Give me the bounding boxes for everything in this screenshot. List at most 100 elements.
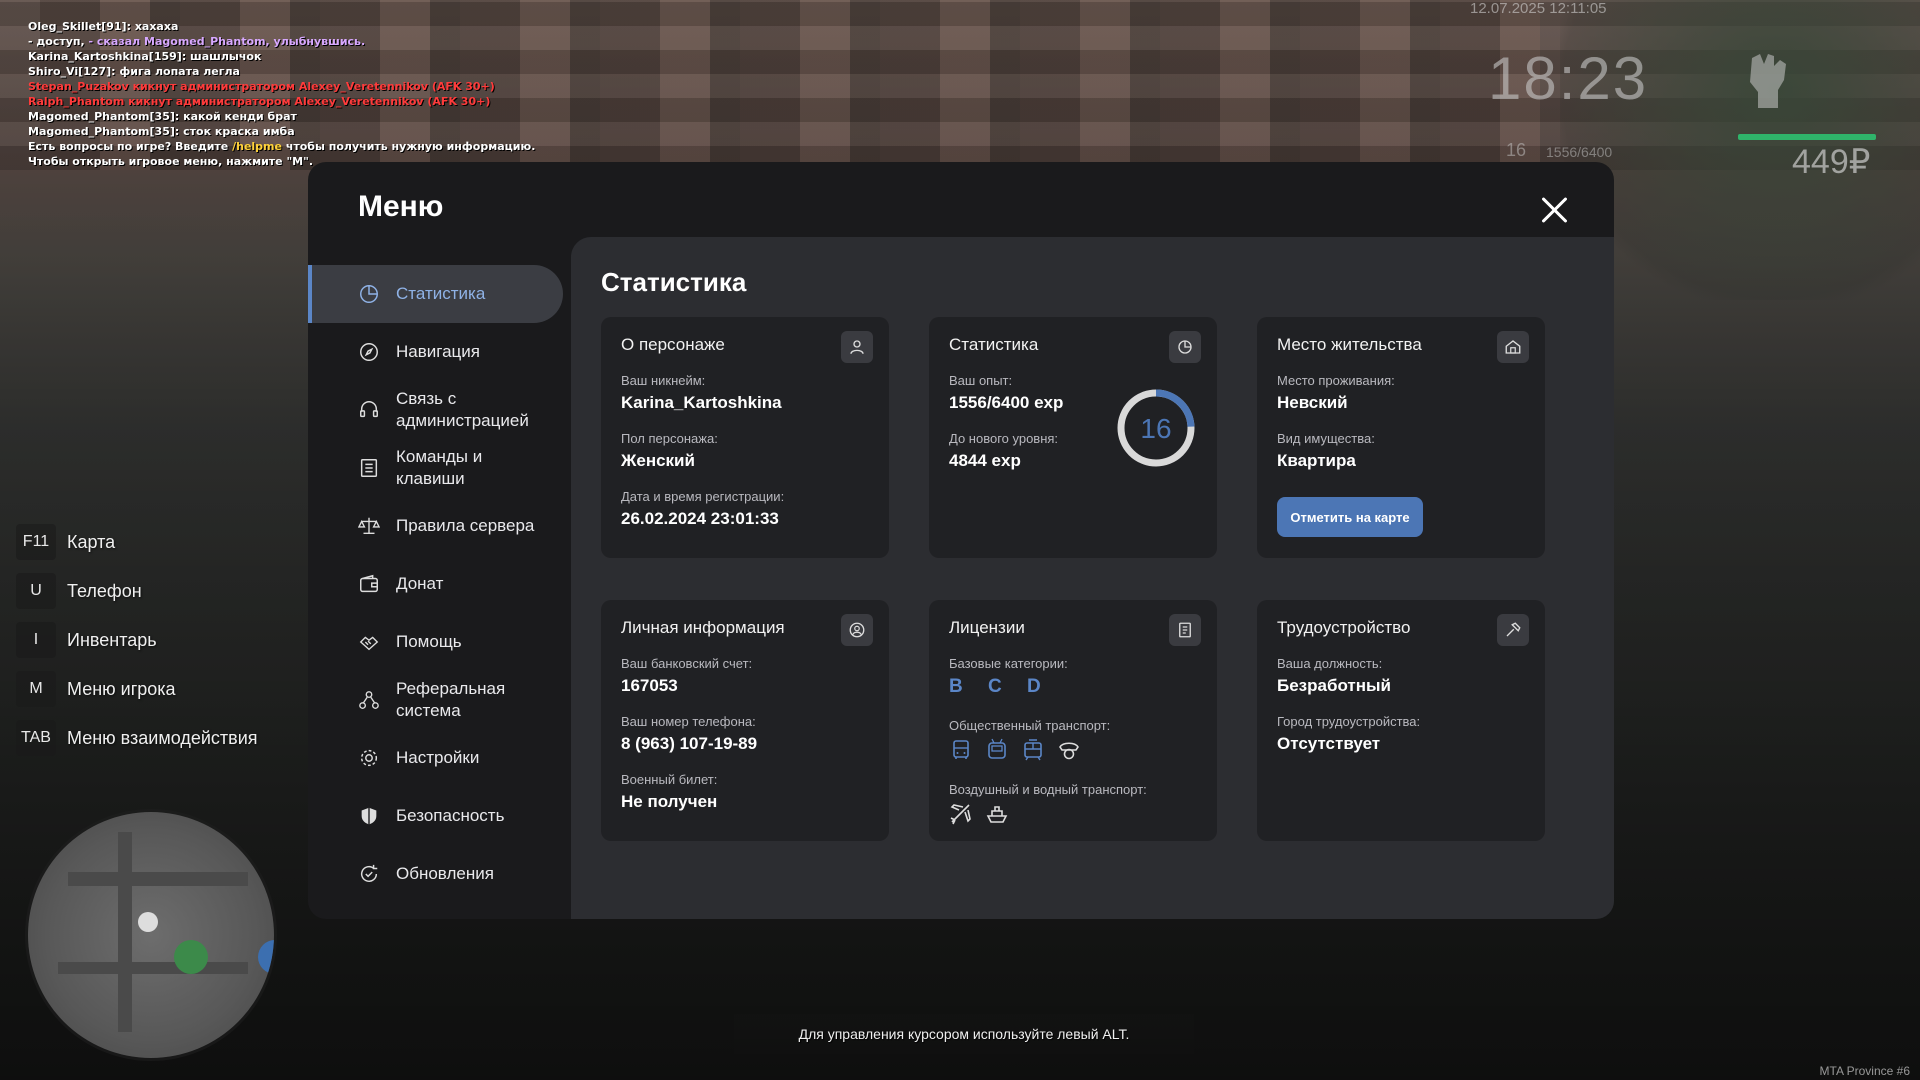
chat-line: Karina_Kartoshkina[159]: шашлычок — [28, 49, 535, 64]
nav-item-donate[interactable]: Донат — [308, 555, 563, 613]
wallet-icon — [360, 574, 378, 593]
position-label: Ваша должность: — [1277, 656, 1383, 671]
military-label: Военный билет: — [621, 772, 718, 787]
house-icon — [1497, 331, 1529, 363]
content-area: Статистика О персонаже Ваш никнейм: Kari… — [571, 237, 1614, 919]
menu-panel: Меню Статистика Навигация Связь с админи… — [308, 162, 1614, 919]
menu-sidebar: Статистика Навигация Связь с администрац… — [308, 265, 563, 903]
nav-item-updates[interactable]: Обновления — [308, 845, 563, 903]
phone-label: Ваш номер телефона: — [621, 714, 756, 729]
chat-text: Есть вопросы по игре? Введите — [28, 140, 233, 153]
minimap[interactable] — [28, 812, 274, 1058]
chat-text: /helpme — [232, 140, 282, 153]
hud-exp: 1556/6400 — [1546, 144, 1613, 160]
nav-item-commands[interactable]: Команды и клавиши — [308, 439, 563, 497]
hotkey-inventory[interactable]: I Инвентарь — [16, 619, 258, 661]
card-title: О персонаже — [621, 335, 725, 354]
hotkeys-list: F11 Карта U Телефон I Инвентарь M Меню игрок… — [16, 521, 258, 766]
nav-label: Команды и клавиши — [396, 447, 483, 488]
chat-log: Oleg_Skillet[91]: хахаха - доступ, - сказ… — [28, 19, 535, 169]
exp-label: Ваш опыт: — [949, 373, 1013, 388]
employment-card: Трудоустройство Ваша должность: Безработ… — [1257, 600, 1545, 841]
hud-level: 16 — [1506, 140, 1527, 160]
gender-value: Женский — [621, 451, 695, 470]
chat-text: Magomed_Phantom[35]: сток краска имба — [28, 125, 295, 138]
hotkey-key: I — [16, 622, 56, 658]
bank-label: Ваш банковский счет: — [621, 656, 753, 671]
card-title: Трудоустройство — [1277, 618, 1411, 637]
mark-on-map-button[interactable]: Отметить на карте — [1277, 497, 1423, 537]
nav-item-referral[interactable]: Реферальная система — [308, 671, 563, 729]
bank-value: 167053 — [621, 676, 678, 695]
hotkey-key: TAB — [16, 720, 56, 756]
level-number: 16 — [1140, 413, 1171, 444]
nav-item-help[interactable]: Помощь — [308, 613, 563, 671]
nav-item-statistics[interactable]: Статистика — [308, 265, 563, 323]
headset-icon — [360, 401, 378, 418]
player-arrow-icon — [138, 912, 158, 932]
nav-label: Навигация — [396, 342, 480, 361]
hotkey-interaction-menu[interactable]: TAB Меню взаимодействия — [16, 717, 258, 759]
position-value: Безработный — [1277, 676, 1391, 695]
referral-icon — [359, 691, 379, 709]
nav-item-admin-contact[interactable]: Связь с администрацией — [308, 381, 563, 439]
hotkey-phone[interactable]: U Телефон — [16, 570, 258, 612]
statistics-card: Статистика Ваш опыт: 1556/6400 exp До но… — [929, 317, 1217, 558]
hud-time: 18:23 — [1488, 45, 1649, 112]
base-categories-label: Базовые категории: — [949, 656, 1068, 671]
hotkey-label: Меню взаимодействия — [67, 727, 258, 748]
hammer-icon — [1497, 614, 1529, 646]
next-level-label: До нового уровня: — [949, 431, 1059, 446]
trolleybus-icon — [988, 738, 1006, 759]
nav-label: Обновления — [396, 864, 494, 883]
driver-cap-icon — [1059, 742, 1079, 760]
content-title: Статистика — [601, 267, 747, 297]
property-type-label: Вид имущества: — [1277, 431, 1375, 446]
airplane-icon — [950, 804, 971, 825]
chat-text: Oleg_Skillet[91]: хахаха — [28, 20, 179, 33]
scales-icon — [358, 517, 380, 535]
hotkey-key: M — [16, 671, 56, 707]
place-value: Невский — [1277, 393, 1348, 412]
hotkey-label: Телефон — [67, 580, 142, 601]
nav-item-rules[interactable]: Правила сервера — [308, 497, 563, 555]
close-button[interactable] — [1540, 196, 1568, 224]
chat-text: чтобы получить нужную информацию. — [281, 140, 536, 153]
nav-label: Связь с администрацией — [396, 389, 529, 430]
nav-item-navigation[interactable]: Навигация — [308, 323, 563, 381]
character-card: О персонаже Ваш никнейм: Karina_Kartoshk… — [601, 317, 889, 558]
chat-text: Magomed_Phantom[35]: какой кенди брат — [28, 110, 297, 123]
phone-value: 8 (963) 107-19-89 — [621, 734, 758, 753]
chat-text: - сказал Magomed_Phantom, улыбнувшись. — [88, 35, 366, 48]
server-name: MTA Province #6 — [1819, 1064, 1910, 1078]
nav-label: Настройки — [396, 748, 480, 767]
registration-label: Дата и время регистрации: — [621, 489, 785, 504]
chat-line: - доступ, - сказал Magomed_Phantom, улыб… — [28, 34, 535, 49]
update-icon — [361, 864, 378, 882]
gear-icon — [360, 749, 378, 767]
chat-line: Есть вопросы по игре? Введите /helpme чт… — [28, 139, 535, 154]
hotkey-key: F11 — [16, 524, 56, 560]
nick-label: Ваш никнейм: — [621, 373, 706, 388]
licenses-card: Лицензии Базовые категории: B C D Общест… — [929, 600, 1217, 841]
tram-icon — [1024, 739, 1042, 761]
nav-item-security[interactable]: Безопасность — [308, 787, 563, 845]
nav-label: Донат — [396, 574, 444, 593]
card-title: Место жительства — [1277, 335, 1422, 354]
job-city-label: Город трудоустройства: — [1277, 714, 1421, 729]
hud-date: 12.07.2025 12:11:05 — [1470, 0, 1607, 17]
nav-label: Помощь — [396, 632, 462, 651]
profile-icon — [841, 614, 873, 646]
hotkey-map[interactable]: F11 Карта — [16, 521, 258, 563]
chart-icon — [1169, 331, 1201, 363]
home-icon — [174, 940, 208, 974]
shield-icon — [361, 807, 377, 825]
clothes-shop-icon — [258, 940, 274, 974]
chat-line: Oleg_Skillet[91]: хахаха — [28, 19, 535, 34]
hotkey-player-menu[interactable]: M Меню игрока — [16, 668, 258, 710]
nav-label: Безопасность — [396, 806, 505, 825]
boat-icon — [986, 806, 1008, 823]
nav-item-settings[interactable]: Настройки — [308, 729, 563, 787]
hud-money: 449₽ — [1792, 143, 1871, 181]
chat-line: Magomed_Phantom[35]: какой кенди брат — [28, 109, 535, 124]
